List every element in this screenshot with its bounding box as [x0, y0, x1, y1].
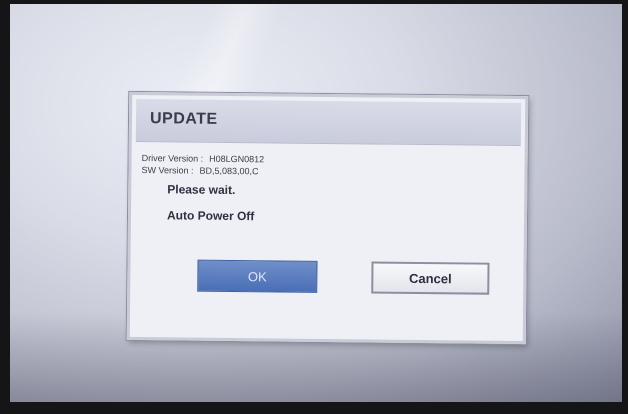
sw-version-value: BD,5,083,00,C	[199, 165, 259, 177]
dialog-title: UPDATE	[149, 110, 218, 128]
please-wait-message: Please wait.	[167, 182, 236, 198]
ok-button-label: OK	[247, 268, 267, 284]
driver-version-line: Driver Version : H08LGN0812	[142, 153, 265, 164]
cancel-button-label: Cancel	[408, 270, 452, 286]
driver-version-label: Driver Version :	[141, 153, 204, 164]
sw-version-line: SW Version : BD,5,083,00,C	[141, 165, 258, 176]
ok-button[interactable]: OK	[197, 259, 318, 293]
dialog-header: UPDATE	[135, 98, 522, 147]
sw-version-label: SW Version :	[141, 165, 194, 176]
cancel-button[interactable]: Cancel	[371, 261, 490, 295]
photo-frame: UPDATE Driver Version : H08LGN0812 SW Ver…	[0, 0, 628, 414]
driver-version-value: H08LGN0812	[209, 153, 265, 165]
update-dialog: UPDATE Driver Version : H08LGN0812 SW Ver…	[126, 91, 529, 345]
auto-power-off-message: Auto Power Off	[166, 208, 255, 224]
